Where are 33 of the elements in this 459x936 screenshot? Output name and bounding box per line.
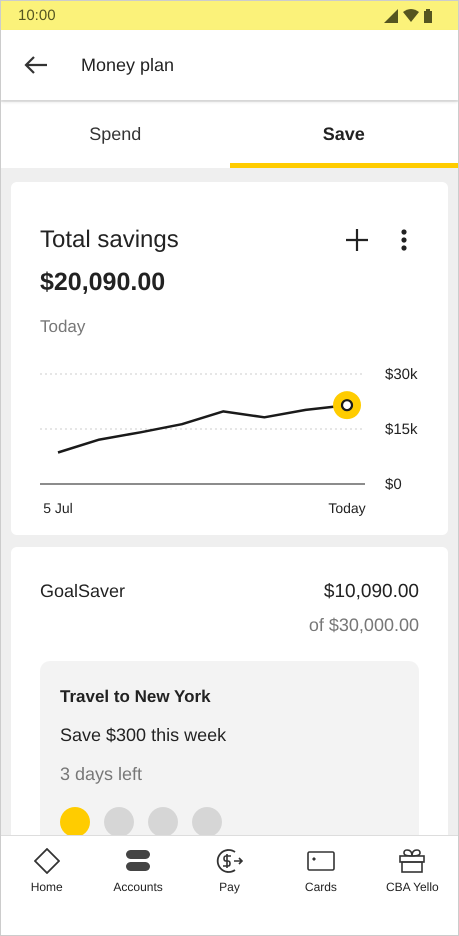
x-axis-label: 5 Jul [43,500,73,516]
wifi-icon [403,9,419,22]
account-balance: $10,090.00 [324,581,419,603]
more-options-icon[interactable] [401,229,407,251]
total-amount: $20,090.00 [40,268,166,297]
back-arrow-icon[interactable] [24,56,48,74]
page-title: Money plan [81,54,174,76]
status-time: 10:00 [18,7,56,24]
battery-icon [424,8,432,22]
y-axis-label: $15k [385,421,418,438]
account-name: GoalSaver [40,581,126,603]
gift-icon [399,848,426,874]
signal-icon [384,8,398,22]
goal-target: of $30,000.00 [308,615,419,636]
nav-item[interactable]: CBA Yello [366,848,458,894]
goal-title: Travel to New York [60,687,212,707]
add-icon[interactable] [346,229,368,251]
diamond-icon [34,848,60,874]
nav-item[interactable]: Home [1,848,92,894]
days-left: 3 days left [60,764,144,785]
card-title: Total savings [40,226,180,254]
nav-item[interactable]: Pay [184,848,276,894]
nav-item[interactable]: Accounts [92,848,184,894]
accounts-icon [126,848,150,874]
y-axis-label: $0 [385,476,402,493]
current-point-marker[interactable] [333,391,361,420]
y-axis-label: $30k [385,366,418,383]
pay-icon [214,848,245,874]
date-label: Today [40,317,86,337]
nav-item[interactable]: Cards [275,848,367,894]
goal-task: Save $300 this week [60,725,228,746]
x-axis-label: Today [328,500,366,516]
card-icon [306,848,335,874]
